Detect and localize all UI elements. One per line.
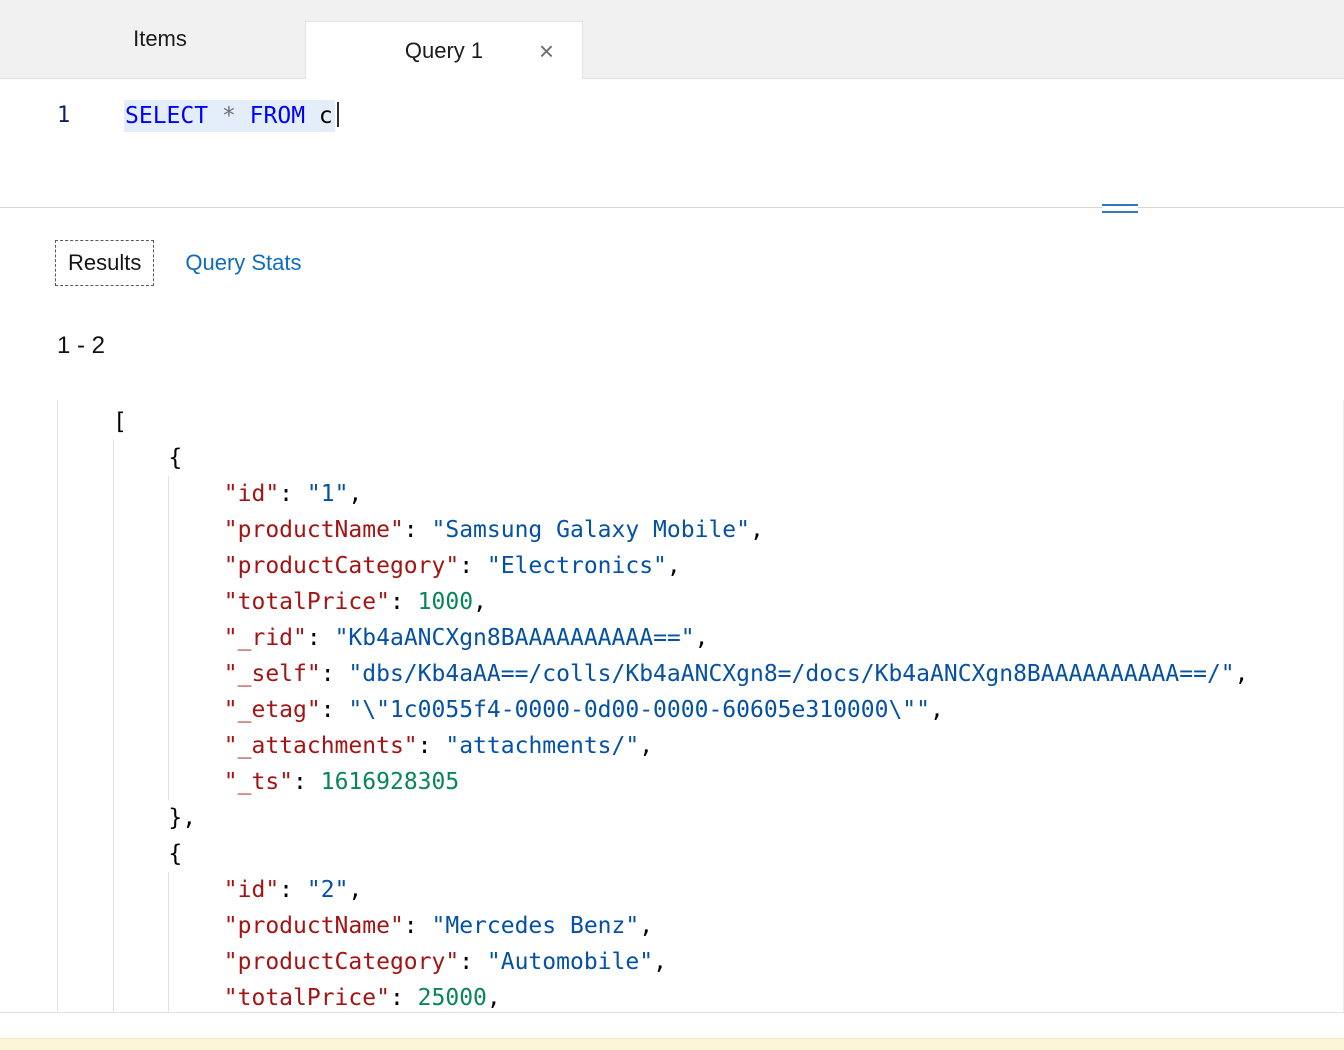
code-line: }, <box>113 800 1343 836</box>
text-cursor <box>337 102 339 127</box>
notification-bar <box>0 1038 1344 1050</box>
code-line: "_ts": 1616928305 <box>113 764 1343 800</box>
code-line: "_rid": "Kb4aANCXgn8BAAAAAAAAAA==", <box>113 620 1343 656</box>
code-line: "productCategory": "Electronics", <box>113 548 1343 584</box>
code-line: "productName": "Mercedes Benz", <box>113 908 1343 944</box>
code-line: "id": "1", <box>113 476 1343 512</box>
code-line: "_self": "dbs/Kb4aAA==/colls/Kb4aANCXgn8… <box>113 656 1343 692</box>
query-editor[interactable]: 1 SELECT * FROM c <box>0 79 1344 207</box>
tab-strip: Items Query 1 × <box>0 0 1344 79</box>
tab-query-1[interactable]: Query 1 × <box>305 21 583 79</box>
code-line: { <box>113 836 1343 872</box>
tab-query-stats[interactable]: Query Stats <box>185 250 301 276</box>
query-text[interactable]: SELECT * FROM c <box>124 97 339 135</box>
code-line: "totalPrice": 1000, <box>113 584 1343 620</box>
editor-gutter <box>58 400 106 1012</box>
code-line: "id": "2", <box>113 872 1343 908</box>
close-icon[interactable]: × <box>539 38 554 64</box>
tab-items-label: Items <box>133 26 187 52</box>
bottom-divider <box>0 1012 1344 1013</box>
tab-query-1-label: Query 1 <box>405 38 483 64</box>
tab-items[interactable]: Items <box>15 0 305 78</box>
code-line: "productCategory": "Automobile", <box>113 944 1343 980</box>
results-range: 1 - 2 <box>57 331 1344 360</box>
pane-splitter <box>0 207 1344 208</box>
code-line: "productName": "Samsung Galaxy Mobile", <box>113 512 1343 548</box>
code-line: [ <box>113 404 1343 440</box>
results-json-editor[interactable]: [ { "id": "1", "productName": "Samsung G… <box>57 400 1344 1012</box>
code-line: "_etag": "\"1c0055f4-0000-0d00-0000-6060… <box>113 692 1343 728</box>
query-line[interactable]: 1 SELECT * FROM c <box>0 97 1344 135</box>
tab-results[interactable]: Results <box>55 240 154 286</box>
json-code-area[interactable]: [ { "id": "1", "productName": "Samsung G… <box>106 400 1343 1012</box>
splitter-grip-icon[interactable] <box>1102 199 1138 217</box>
line-number: 1 <box>0 97 124 135</box>
code-line: { <box>113 440 1343 476</box>
code-line: "_attachments": "attachments/", <box>113 728 1343 764</box>
code-line: "totalPrice": 25000, <box>113 980 1343 1012</box>
results-tab-bar: Results Query Stats <box>55 240 1344 286</box>
